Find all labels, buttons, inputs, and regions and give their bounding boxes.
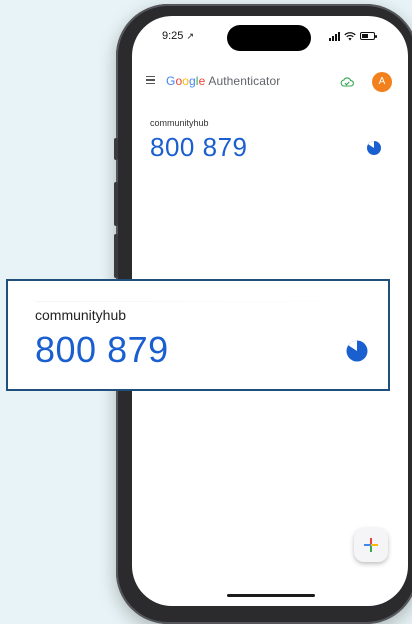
callout-otp-code: 800 879 <box>35 329 169 370</box>
status-time: 9:25 ↗ <box>162 30 195 42</box>
callout-countdown-timer-icon <box>346 340 368 362</box>
phone-volume-up-button <box>114 182 118 226</box>
add-icon <box>364 538 378 552</box>
home-indicator <box>227 594 315 597</box>
divider <box>35 301 375 302</box>
menu-icon[interactable] <box>146 76 155 85</box>
avatar[interactable]: A <box>372 72 392 92</box>
battery-icon <box>360 32 377 40</box>
countdown-timer-icon <box>367 141 381 155</box>
callout-account-name: communityhub <box>35 307 127 323</box>
zoom-callout: communityhub 800 879 <box>6 279 390 391</box>
app-title: Google Authenticator <box>166 74 281 88</box>
otp-code[interactable]: 800 879 <box>150 132 390 163</box>
dynamic-island <box>227 25 311 51</box>
account-entry[interactable]: communityhub 800 879 <box>150 118 390 163</box>
add-account-button[interactable] <box>354 528 388 562</box>
cloud-sync-icon[interactable] <box>340 76 354 88</box>
phone-volume-down-button <box>114 234 118 278</box>
signal-icon <box>329 31 340 41</box>
status-icons <box>329 30 377 42</box>
app-bar: Google Authenticator A <box>132 70 408 96</box>
status-bar: 9:25 ↗ <box>132 16 408 56</box>
account-name: communityhub <box>150 118 209 128</box>
phone-side-button <box>114 138 118 160</box>
wifi-icon <box>344 31 356 40</box>
